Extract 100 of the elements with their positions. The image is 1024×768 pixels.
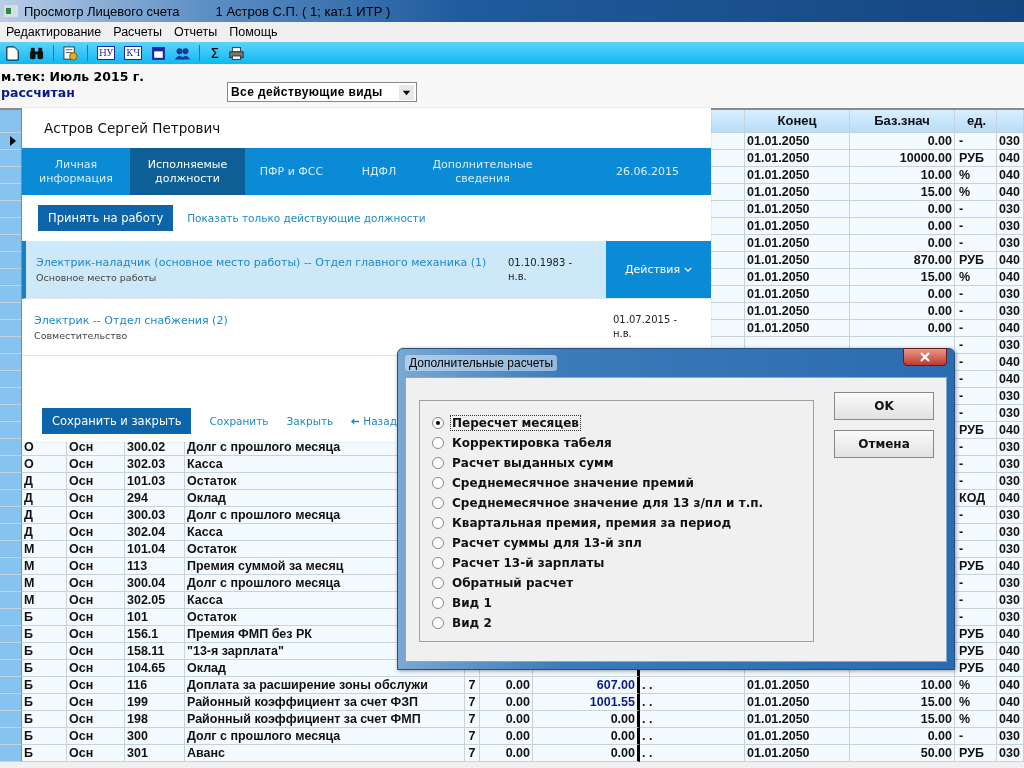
radio-button[interactable] xyxy=(432,577,444,589)
table-cell: М xyxy=(22,541,67,558)
radio-button[interactable] xyxy=(432,437,444,449)
table-cell: 302.05 xyxy=(125,592,185,609)
position-row[interactable]: Электрик-наладчик (основное место работы) -- Отдел главного механика (1) Основное место работы 01.10.1983 - н.в. Действия xyxy=(22,241,711,299)
table-cell: 040 xyxy=(997,660,1024,677)
actions-button[interactable]: Действия xyxy=(606,241,711,298)
table-cell: 0.00 xyxy=(480,694,533,711)
table-cell: Осн xyxy=(67,524,125,541)
tab[interactable]: Исполняемые должности xyxy=(130,148,245,195)
table-cell: 15.00 xyxy=(850,269,955,286)
table-cell: 040 xyxy=(997,354,1024,371)
table-cell: 10000.00 xyxy=(850,150,955,167)
table-cell: - xyxy=(955,218,997,235)
table-cell: 030 xyxy=(997,388,1024,405)
table-cell: - xyxy=(955,201,997,218)
binoculars-icon[interactable] xyxy=(29,45,44,61)
table-cell: Осн xyxy=(67,745,125,762)
save-close-button[interactable]: Сохранить и закрыть xyxy=(42,408,192,434)
radio-button[interactable] xyxy=(432,477,444,489)
printer-icon[interactable] xyxy=(229,45,245,61)
table-cell: - xyxy=(955,303,997,320)
new-document-icon[interactable] xyxy=(5,45,20,61)
radio-button[interactable] xyxy=(432,457,444,469)
corner-header xyxy=(0,110,22,133)
column-header[interactable]: Баз.знач xyxy=(850,110,955,133)
table-cell: 01.01.2050 xyxy=(745,694,850,711)
filter-dropdown[interactable]: Все действующие виды xyxy=(227,82,417,102)
table-cell: 040 xyxy=(997,643,1024,660)
footer-link[interactable]: Сохранить xyxy=(209,415,269,427)
radio-button[interactable] xyxy=(432,497,444,509)
menu-item[interactable]: Расчеты xyxy=(107,25,168,39)
footer-link[interactable]: Закрыть xyxy=(286,415,334,427)
dialog-button[interactable]: Отмена xyxy=(834,430,934,458)
option-label[interactable]: Пересчет месяцев xyxy=(450,415,581,431)
table-cell: 030 xyxy=(997,728,1024,745)
table-cell: 01.01.2050 xyxy=(745,167,850,184)
table-cell: 030 xyxy=(997,592,1024,609)
dialog-button[interactable]: OK xyxy=(834,392,934,420)
table-cell: 0.00 xyxy=(533,728,640,745)
table-cell: 040 xyxy=(997,150,1024,167)
back-link[interactable]: Назад xyxy=(351,415,397,427)
window-subtitle: 1 Астров С.П. ( 1; кат.1 ИТР ) xyxy=(215,3,391,19)
table-cell: 01.01.2050 xyxy=(745,286,850,303)
table-cell: 0.00 xyxy=(850,218,955,235)
table-cell: 01.01.2050 xyxy=(745,728,850,745)
calendar-icon[interactable] xyxy=(151,45,167,61)
table-cell: Осн xyxy=(67,541,125,558)
table-cell: 030 xyxy=(997,303,1024,320)
chevron-down-icon xyxy=(684,267,693,272)
table-cell: Осн xyxy=(67,643,125,660)
table-cell: 870.00 xyxy=(850,252,955,269)
close-button[interactable] xyxy=(903,348,947,366)
filter-link[interactable]: Показать только действующие должности xyxy=(187,212,426,224)
radio-button[interactable] xyxy=(432,537,444,549)
toolbar-button[interactable]: КЧ xyxy=(124,46,143,60)
column-header[interactable] xyxy=(997,110,1024,133)
table-cell: 040 xyxy=(997,694,1024,711)
table-cell: 50.00 xyxy=(850,745,955,762)
table-cell: 0.00 xyxy=(533,711,640,728)
toolbar-button[interactable]: НУ xyxy=(97,46,116,60)
document-gear-icon[interactable] xyxy=(63,45,78,61)
table-cell: Д xyxy=(22,524,67,541)
hire-button[interactable]: Принять на работу xyxy=(38,205,174,231)
table-cell: . . xyxy=(640,728,745,745)
radio-button[interactable] xyxy=(432,617,444,629)
table-cell: 300.03 xyxy=(125,507,185,524)
table-cell: 158.11 xyxy=(125,643,185,660)
column-header[interactable]: ед. xyxy=(955,110,997,133)
table-cell: Осн xyxy=(67,575,125,592)
menu-item[interactable]: Отчеты xyxy=(168,25,224,39)
radio-button[interactable] xyxy=(432,557,444,569)
table-cell: 01.01.2050 xyxy=(745,303,850,320)
position-title[interactable]: Электрик -- Отдел снабжения (2) xyxy=(34,313,613,327)
table-cell: 030 xyxy=(997,405,1024,422)
table-cell: 030 xyxy=(997,575,1024,592)
table-cell: 030 xyxy=(997,337,1024,354)
table-cell: 10.00 xyxy=(850,677,955,694)
table-cell: 030 xyxy=(997,235,1024,252)
radio-button[interactable] xyxy=(432,417,444,429)
table-cell: . . xyxy=(640,677,745,694)
table-cell: 0.00 xyxy=(480,677,533,694)
sum-button[interactable]: Σ xyxy=(209,47,221,59)
table-cell: 030 xyxy=(997,473,1024,490)
end-date: н.в. xyxy=(508,269,528,284)
people-icon[interactable] xyxy=(175,45,191,61)
table-cell: Б xyxy=(22,626,67,643)
table-cell: Д xyxy=(22,490,67,507)
row-header[interactable] xyxy=(0,133,22,150)
table-cell: Осн xyxy=(67,456,125,473)
menu-item[interactable]: Помощь xyxy=(223,25,284,39)
table-cell: 113 xyxy=(125,558,185,575)
table-cell: - xyxy=(955,235,997,252)
column-header[interactable]: Конец xyxy=(745,110,850,133)
radio-button[interactable] xyxy=(432,517,444,529)
date-label: 26.06.2015 xyxy=(616,165,679,178)
radio-button[interactable] xyxy=(432,597,444,609)
table-cell: - xyxy=(955,320,997,337)
menu-item[interactable]: Редактирование xyxy=(0,25,108,39)
table-cell: Б xyxy=(22,660,67,677)
